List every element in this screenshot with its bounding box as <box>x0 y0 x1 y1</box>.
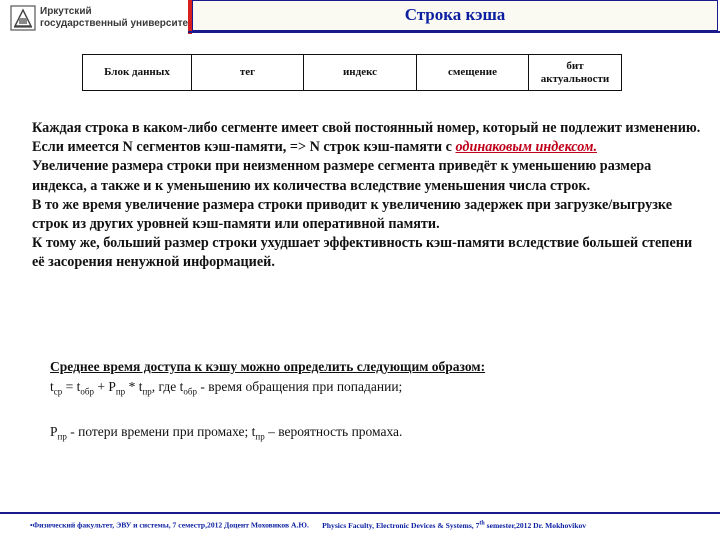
page-title: Строка кэша <box>404 5 506 24</box>
footer: •Физический факультет, ЭВУ и системы, 7 … <box>0 514 720 540</box>
formula-sub: обр <box>80 386 94 397</box>
cache-line-fields-table: Блок данных тег индекс смещение бит акту… <box>82 54 622 91</box>
formula-sub: пр <box>57 431 67 442</box>
university-name: Иркутский государственный университет <box>40 6 193 30</box>
bullet-list: Каждая строка в каком-либо сегменте имее… <box>22 119 702 273</box>
footer-text-ru: •Физический факультет, ЭВУ и системы, 7 … <box>30 520 309 530</box>
list-item: В то же время увеличение размера строки … <box>22 196 702 234</box>
header: Иркутский государственный университет Ст… <box>0 0 720 35</box>
bullet-text: Увеличение размера строки при неизменном… <box>32 158 652 194</box>
title-box: Строка кэша <box>192 0 718 31</box>
field-offset: смещение <box>416 54 529 91</box>
formula-sub: пр <box>142 386 152 397</box>
list-item: К тому же, больший размер строки ухудшае… <box>22 234 702 272</box>
formula-sub: пр <box>255 431 265 442</box>
bullet-text: В то же время увеличение размера строки … <box>32 196 673 233</box>
bullet-text: Каждая строка в каком-либо сегменте имее… <box>32 120 701 136</box>
formula-sub: обр <box>183 386 197 397</box>
footer-text-en: Physics Faculty, Electronic Devices & Sy… <box>322 520 587 530</box>
formula-block: Среднее время доступа к кэшу можно опред… <box>50 357 690 446</box>
formula-line: tср = tобр + Pпр * tпр, где tобр - время… <box>50 377 690 402</box>
list-item: Каждая строка в каком-либо сегменте имее… <box>22 119 702 138</box>
formula-part: – вероятность промаха. <box>264 423 403 439</box>
field-tag: тег <box>191 54 304 91</box>
formula-definition-line: Pпр - потери времени при промахе; tпр – … <box>50 422 690 447</box>
university-name-line2: государственный университет <box>40 18 193 29</box>
university-logo: Иркутский государственный университет <box>6 3 193 35</box>
list-item: Увеличение размера строки при неизменном… <box>22 157 702 195</box>
formula-part: + P <box>93 379 116 394</box>
footer-en-part: semester,2012 Dr. Mokhovikov <box>484 520 587 530</box>
university-emblem-icon <box>10 5 36 31</box>
formula-heading: Среднее время доступа к кэшу можно опред… <box>50 359 486 374</box>
field-index: индекс <box>303 54 417 91</box>
emphasis-text: одинаковым индексом. <box>455 139 598 156</box>
header-divider <box>188 31 720 33</box>
formula-sub: ср <box>53 386 63 397</box>
list-item: Если имеется N сегментов кэш-памяти, => … <box>22 138 702 157</box>
formula-part: , где t <box>151 379 184 394</box>
formula-part: * t <box>125 379 143 394</box>
formula-part: - время обращения при попадании; <box>196 379 403 394</box>
footer-text: •Физический факультет, ЭВУ и системы, 7 … <box>30 520 586 530</box>
formula-part: P <box>50 423 58 439</box>
field-data-block: Блок данных <box>82 54 192 91</box>
formula-part: = t <box>62 379 81 394</box>
table-row: Блок данных тег индекс смещение бит акту… <box>82 54 622 91</box>
formula-sub: пр <box>115 386 126 397</box>
formula-part: - потери времени при промахе; t <box>66 423 256 439</box>
bullet-text: Если имеется N сегментов кэш-памяти, => … <box>32 139 456 156</box>
university-name-line1: Иркутский <box>40 6 92 17</box>
bullet-text: К тому же, больший размер строки ухудшае… <box>32 235 693 271</box>
field-valid-bit: бит актуальности <box>528 54 622 91</box>
footer-en-part: Physics Faculty, Electronic Devices & Sy… <box>322 520 480 530</box>
